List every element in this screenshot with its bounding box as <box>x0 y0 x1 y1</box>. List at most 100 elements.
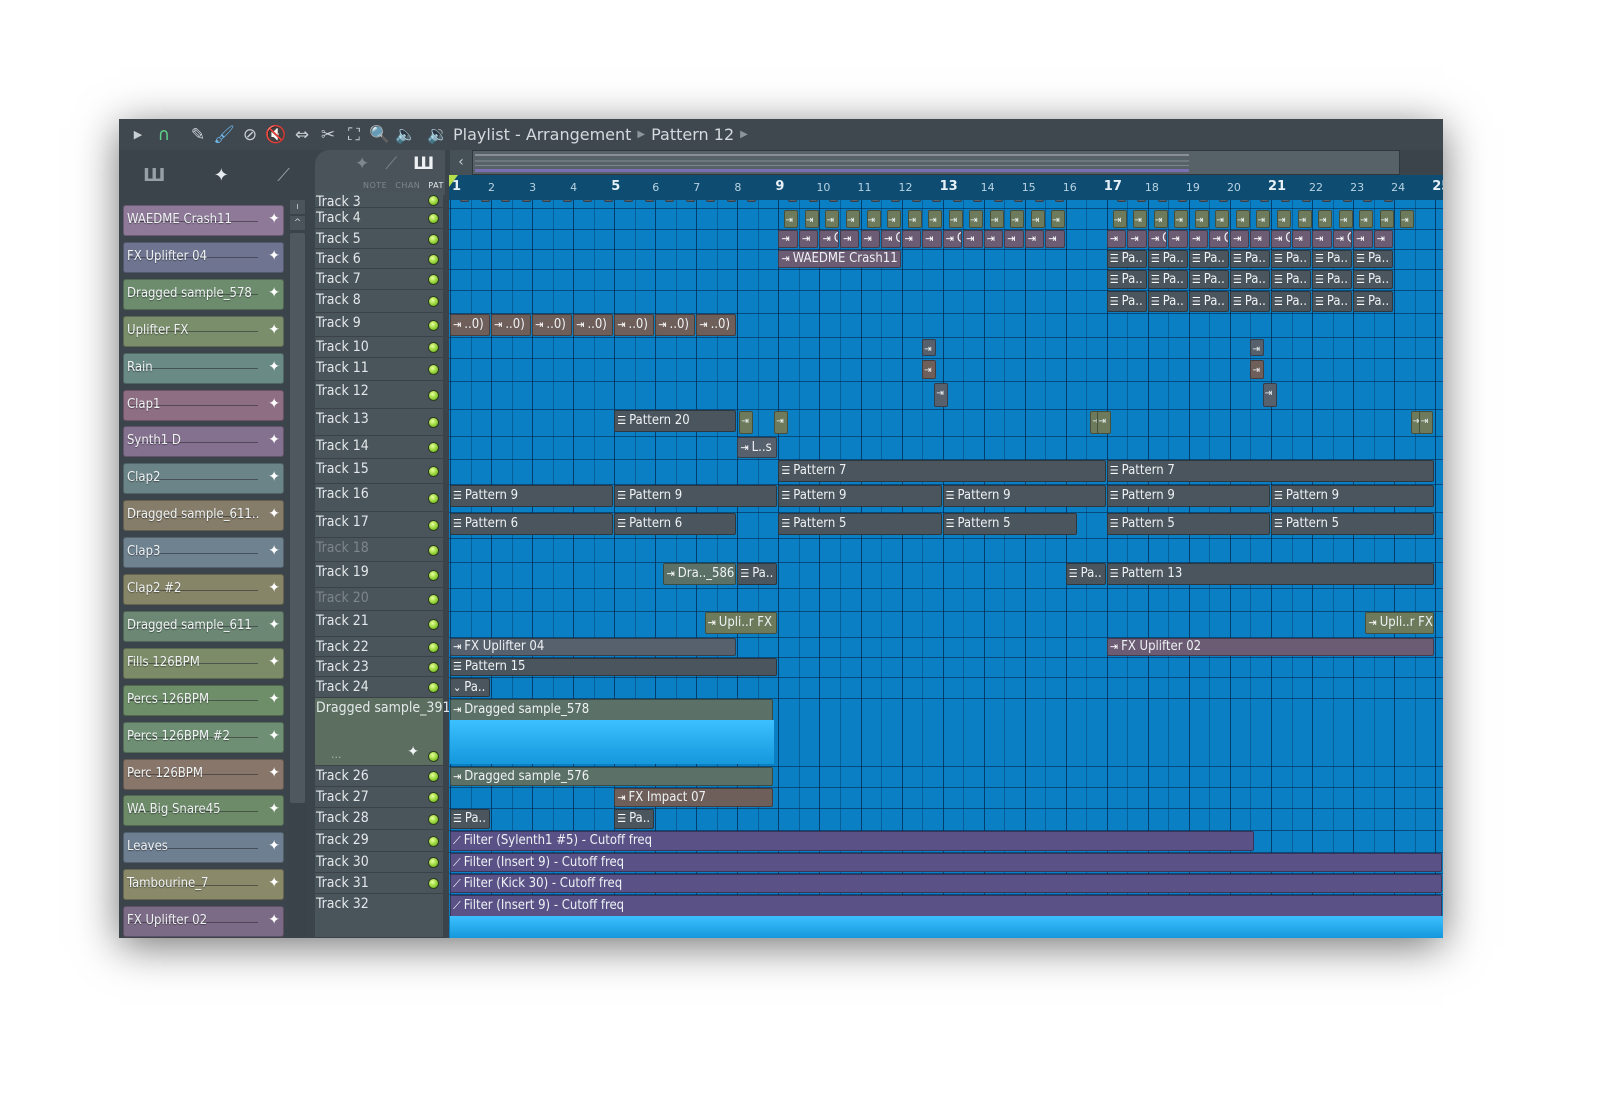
audio-clip[interactable]: ⇥ <box>1004 230 1024 248</box>
automation-icon[interactable]: ⟋ <box>277 165 290 186</box>
pattern-clip[interactable]: ☰ Pattern 5 <box>1271 513 1435 535</box>
track-name[interactable]: Track 16 <box>316 486 369 502</box>
pattern-clip[interactable]: ☰ Pattern 5 <box>942 513 1078 535</box>
track-enable-led[interactable] <box>429 642 438 652</box>
picker-scrollbar[interactable]: ı ^ <box>289 200 306 938</box>
audio-clip[interactable]: ⇥ <box>774 411 789 434</box>
clip-picker-item[interactable]: FX Uplifter 02 ✦ <box>123 906 284 938</box>
pattern-clip[interactable]: ☰ Pa.. <box>1271 291 1312 312</box>
audio-clip[interactable]: ⇥ <box>989 210 1004 228</box>
audio-clip[interactable]: ⇥ <box>1024 230 1045 248</box>
pattern-clip[interactable]: ☰ Pa.. <box>1353 270 1394 289</box>
audio-clip[interactable]: ⇥ <box>1250 230 1270 248</box>
audio-clip[interactable]: ⇥ <box>1045 230 1065 248</box>
audio-clip[interactable]: ⇥ <box>969 210 984 228</box>
track-header[interactable]: Track 22 <box>315 637 443 657</box>
scroll-up-icon[interactable]: ^ <box>290 216 305 230</box>
track-enable-led[interactable] <box>429 814 438 824</box>
track-enable-led[interactable] <box>429 195 438 205</box>
mute-icon[interactable]: 🔇 <box>263 122 289 148</box>
pattern-clip[interactable]: ☰ Pattern 5 <box>1106 513 1270 535</box>
audio-clip[interactable] <box>849 200 859 202</box>
audio-clip[interactable]: ⇥ <box>804 210 819 228</box>
clip-picker-item[interactable]: Dragged sample_611.. ✦ <box>123 500 284 532</box>
track-more[interactable]: ... <box>331 748 342 761</box>
audio-clip[interactable]: ⇥C..1 <box>1332 230 1353 248</box>
track-name[interactable]: Track 6 <box>316 251 361 267</box>
audio-clip[interactable] <box>1014 200 1024 202</box>
pattern-clip[interactable]: ☰ Pa.. <box>1106 270 1147 289</box>
audio-clip[interactable]: ⇥ <box>907 210 922 228</box>
track-enable-led[interactable] <box>429 619 438 629</box>
clip-picker-item[interactable]: Leaves ✦ <box>123 832 284 864</box>
audio-clip[interactable]: ⇥ <box>1010 210 1025 228</box>
audio-clip[interactable]: ⇥ <box>839 230 860 248</box>
audio-clip[interactable]: ⇥ Dragged sample_576 <box>450 767 774 786</box>
audio-clip[interactable] <box>1137 200 1147 202</box>
track-name[interactable]: Dragged sample_391 <box>316 700 450 716</box>
pattern-clip[interactable]: ☰ Pattern 5 <box>778 513 942 535</box>
pattern-clip[interactable]: ☰ Pa.. <box>1312 270 1353 289</box>
audio-clip[interactable]: ⇥ Dragged sample_578 <box>450 699 774 721</box>
audio-clip[interactable]: ⇥ <box>1106 230 1127 248</box>
track-name[interactable]: Track 5 <box>316 231 361 247</box>
track-header[interactable]: Track 3 <box>315 192 443 210</box>
track-header[interactable]: Track 11 <box>315 358 443 381</box>
audio-clip[interactable]: ⇥ <box>1215 210 1230 228</box>
audio-clip[interactable]: ⇥ <box>1188 230 1209 248</box>
audio-clip[interactable]: ⇥C..1 <box>881 230 901 248</box>
audio-clip[interactable]: ⇥ ..0) <box>491 314 532 336</box>
track-enable-led[interactable] <box>429 320 438 330</box>
track-name[interactable]: Track 10 <box>316 339 369 355</box>
audio-clip[interactable] <box>1383 200 1393 202</box>
audio-clip[interactable]: ⇥ <box>922 339 937 356</box>
clip-picker-item[interactable]: Rain ✦ <box>123 352 284 384</box>
pattern-clip[interactable]: ☰ Pa.. <box>1312 291 1353 312</box>
track-enable-led[interactable] <box>429 467 438 476</box>
clip-picker-item[interactable]: Clap2 ✦ <box>123 463 284 495</box>
pattern-clip[interactable]: ☰ Pa.. <box>450 809 491 829</box>
pencil-icon[interactable]: ✎ <box>185 122 211 148</box>
audio-clip[interactable]: ⇥ ..0) <box>696 314 737 336</box>
track-name[interactable]: Track 8 <box>316 292 361 308</box>
audio-clip[interactable]: ⇥ WAEDME Crash11 <box>778 250 901 268</box>
pattern-clip[interactable]: ☰ Pattern 7 <box>778 460 1106 482</box>
track-name[interactable]: Track 13 <box>316 411 369 427</box>
track-name[interactable]: Track 14 <box>316 438 369 454</box>
audio-clip[interactable] <box>993 200 1003 202</box>
track-header[interactable]: Track 13 <box>315 409 443 436</box>
arrangement-grid[interactable]: ⇥⇥⇥⇥⇥⇥⇥⇥⇥⇥⇥⇥⇥⇥⇥⇥⇥⇥⇥⇥⇥⇥⇥⇥⇥⇥⇥⇥⇥⇥⇥⇥C..1⇥⇥⇥C… <box>449 200 1443 938</box>
audio-clip[interactable]: ⇥ FX Uplifter 02 <box>1106 638 1435 656</box>
clip-picker-item[interactable]: FX Uplifter 04 ✦ <box>123 241 284 273</box>
pattern-clip[interactable]: ☰ Pa.. <box>1188 250 1229 268</box>
audio-clip[interactable]: ⇥ <box>1262 383 1277 407</box>
audio-clip[interactable]: ⇥ <box>934 383 949 407</box>
audio-clip[interactable] <box>952 200 962 202</box>
track-enable-led[interactable] <box>429 793 438 802</box>
channel-mode-icon[interactable]: ⟋ <box>385 154 397 174</box>
audio-clip[interactable]: ⇥ <box>887 210 902 228</box>
track-header[interactable]: Track 12 <box>315 381 443 409</box>
track-name[interactable]: Track 22 <box>316 639 369 655</box>
audio-clip[interactable]: ⇥ <box>1297 210 1312 228</box>
track-header[interactable]: Dragged sample_391 ✦... <box>315 698 450 766</box>
audio-clip[interactable] <box>583 200 593 202</box>
audio-clip[interactable]: ⇥ <box>1359 210 1374 228</box>
tab-chan[interactable]: CHAN <box>395 181 420 190</box>
track-header[interactable]: Track 30 <box>315 852 443 873</box>
track-name[interactable]: Track 31 <box>316 875 369 891</box>
track-header[interactable]: Track 5 <box>315 229 443 249</box>
audio-clip[interactable] <box>685 200 695 202</box>
audio-clip[interactable] <box>480 200 490 202</box>
track-name[interactable]: Track 15 <box>316 461 369 477</box>
scrollbar-grip-icon[interactable]: ı <box>290 200 305 214</box>
track-header[interactable]: Track 31 <box>315 873 443 894</box>
pattern-clip[interactable]: ☰ Pattern 20 <box>614 410 737 432</box>
audio-clip[interactable]: ⇥ <box>901 230 922 248</box>
track-header[interactable]: Track 4 <box>315 208 443 229</box>
pattern-clip[interactable]: ☰ Pattern 9 <box>1271 485 1435 507</box>
pattern-clip[interactable]: ☰ Pa.. <box>1147 291 1188 312</box>
track-header[interactable]: Track 8 <box>315 290 443 313</box>
audio-clip[interactable]: ⇥ <box>983 230 1004 248</box>
audio-clip[interactable]: ⇥ <box>1174 210 1189 228</box>
